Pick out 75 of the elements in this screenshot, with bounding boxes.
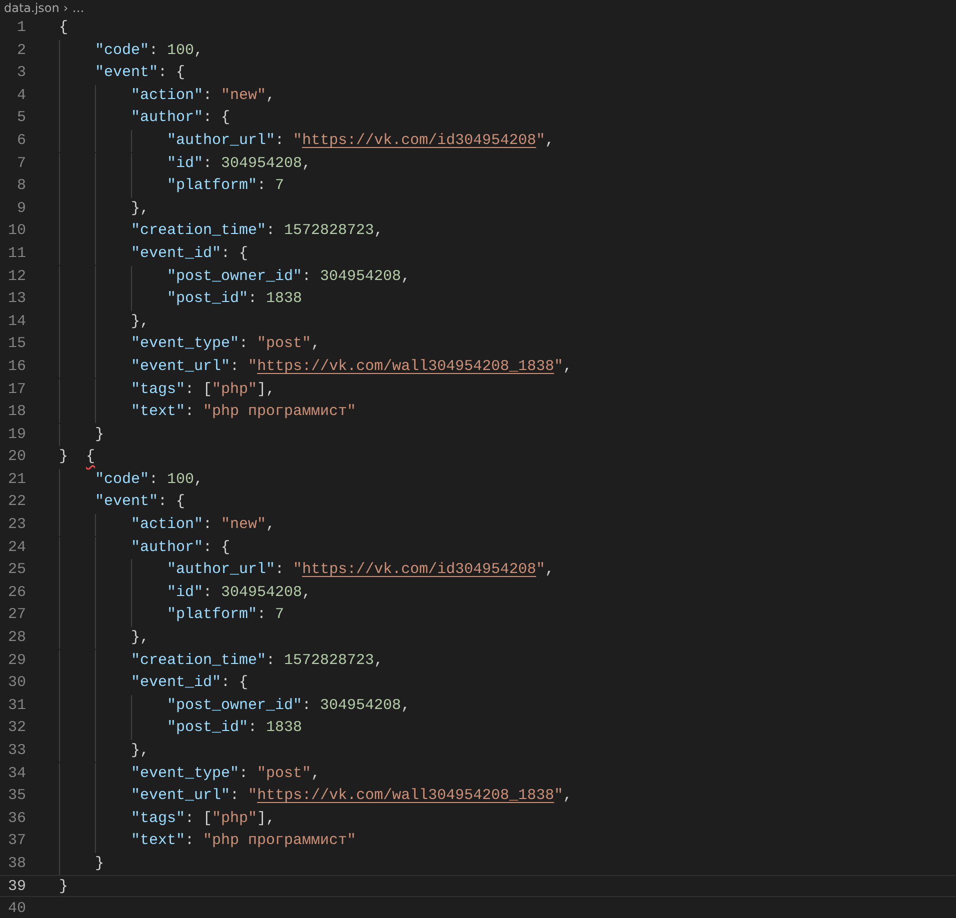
code-line: "event_id": {	[59, 244, 248, 262]
code-line: },	[59, 629, 150, 646]
line-number: 9	[16, 198, 26, 218]
line-number: 40	[6, 899, 26, 918]
line-number: 38	[6, 854, 26, 874]
code-line: "author_url": "https://vk.com/id304954208",	[59, 132, 554, 149]
code-line: "tags": ["php"],	[59, 810, 276, 827]
code-line: }	[59, 854, 104, 872]
code-line: },	[59, 742, 150, 759]
code-line: {	[59, 19, 68, 36]
line-number: 1	[16, 18, 26, 38]
code-line: },	[59, 200, 150, 217]
line-number: 17	[6, 380, 26, 400]
code-line: "action": "new",	[59, 86, 276, 104]
line-number: 7	[16, 154, 26, 174]
line-number: 29	[6, 650, 26, 670]
code-line: },	[59, 312, 150, 330]
line-number: 23	[6, 515, 26, 535]
code-line: "event_url": "https://vk.com/wall304954208_1838",	[59, 358, 572, 375]
line-number: 11	[6, 244, 26, 264]
code-line: "author": {	[59, 538, 230, 556]
code-line: "id": 304954208,	[59, 584, 312, 601]
line-number: 3	[16, 63, 26, 83]
code-line: "post_owner_id": 304954208,	[59, 268, 410, 285]
line-number: 31	[6, 696, 26, 716]
line-number: 33	[6, 741, 26, 761]
code-line: "code": 100,	[59, 42, 204, 59]
line-number: 24	[6, 538, 26, 558]
code-line: "action": "new",	[59, 516, 276, 534]
line-number: 20	[6, 447, 26, 467]
line-number: 8	[16, 176, 26, 196]
line-number: 25	[6, 560, 26, 580]
line-number: 19	[6, 424, 26, 444]
breadcrumb-file[interactable]: data.json	[4, 0, 60, 16]
code-line: } {	[59, 448, 96, 466]
code-line: "event_type": "post",	[59, 335, 320, 352]
code-line: "text": "php программист"	[59, 403, 356, 420]
line-number: 35	[6, 786, 26, 806]
breadcrumb-more[interactable]: …	[72, 0, 84, 16]
code-line: "id": 304954208,	[59, 154, 312, 172]
line-number: 30	[6, 673, 26, 693]
line-number: 16	[6, 356, 26, 376]
line-number: 2	[16, 40, 26, 60]
code-line: "event": {	[59, 64, 186, 82]
line-number: 39	[6, 876, 26, 896]
code-line: "platform": 7	[59, 177, 284, 194]
line-number: 37	[6, 831, 26, 851]
line-number: 18	[6, 402, 26, 422]
code-line: }	[59, 426, 104, 443]
line-number: 10	[6, 221, 26, 241]
code-line: "creation_time": 1572828723,	[59, 222, 384, 240]
line-number: 26	[6, 582, 26, 602]
line-number: 6	[16, 130, 26, 151]
line-number: 12	[6, 266, 26, 286]
line-number: 36	[6, 808, 26, 828]
line-number: 13	[6, 289, 26, 309]
code-line: "creation_time": 1572828723,	[59, 652, 384, 669]
code-line: "event_id": {	[59, 674, 248, 692]
code-line: "post_id": 1838	[59, 290, 302, 308]
line-number: 28	[6, 628, 26, 648]
breadcrumb-separator: ›	[63, 0, 68, 16]
line-number: 34	[6, 764, 26, 784]
code-line: "post_owner_id": 304954208,	[59, 696, 410, 714]
code-line: "author_url": "https://vk.com/id304954208",	[59, 561, 554, 578]
line-number: 22	[6, 492, 26, 512]
code-line: }	[59, 878, 68, 895]
line-number: 15	[6, 334, 26, 354]
line-number: 27	[6, 605, 26, 626]
line-number: 14	[6, 312, 26, 332]
line-number: 21	[6, 470, 26, 490]
line-number: 5	[16, 108, 26, 128]
code-line: "event_type": "post",	[59, 764, 320, 782]
line-number: 32	[6, 718, 26, 738]
code-line: "event_url": "https://vk.com/wall304954208_1838",	[59, 787, 572, 804]
line-number: 4	[16, 86, 26, 106]
